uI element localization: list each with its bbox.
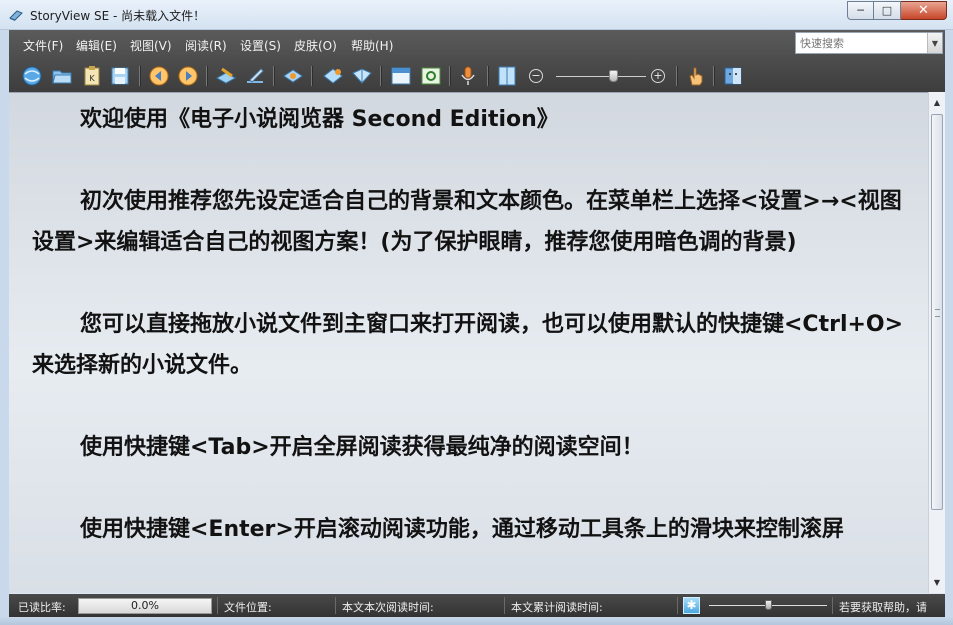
zoom-slider-track[interactable] bbox=[556, 76, 646, 77]
menu-file[interactable]: 文件(F) bbox=[23, 37, 63, 54]
read-ratio-progress: 0.0% bbox=[78, 598, 212, 614]
window-title: StoryView SE - 尚未载入文件！ bbox=[30, 9, 206, 23]
close-button[interactable]: ✕ bbox=[901, 1, 947, 20]
maximize-button[interactable]: □ bbox=[874, 1, 901, 20]
scroll-speed-thumb[interactable] bbox=[765, 600, 772, 610]
toolbar-separator bbox=[676, 66, 677, 86]
scroll-thumb[interactable] bbox=[931, 114, 943, 510]
scroll-grip-icon bbox=[935, 309, 940, 317]
file-position-label: 文件位置: bbox=[224, 601, 272, 614]
bookmark-clipboard-icon[interactable]: K bbox=[80, 64, 104, 88]
status-separator bbox=[335, 597, 336, 614]
menu-settings[interactable]: 设置(S) bbox=[240, 37, 281, 54]
session-time-label: 本文本次阅读时间: bbox=[342, 601, 434, 614]
scroll-up-arrow-icon[interactable]: ▲ bbox=[929, 94, 945, 111]
paragraph: 您可以直接拖放小说文件到主窗口来打开阅读，也可以使用默认的快捷键<Ctrl+O>… bbox=[32, 312, 904, 378]
menu-help[interactable]: 帮助(H) bbox=[351, 37, 393, 54]
picture-frame-icon[interactable] bbox=[419, 64, 443, 88]
menu-skin[interactable]: 皮肤(O) bbox=[294, 37, 337, 54]
svg-text:K: K bbox=[89, 74, 95, 83]
zoom-slider-thumb[interactable] bbox=[609, 70, 618, 82]
app-book-icon bbox=[9, 10, 23, 21]
title-bar[interactable]: StoryView SE - 尚未载入文件！ ─ □ ✕ bbox=[0, 0, 953, 30]
quick-search[interactable]: ▼ bbox=[795, 32, 943, 54]
status-bar: 已读比率: 0.0% 文件位置: 本文本次阅读时间: 本文累计阅读时间: ✱ 若… bbox=[9, 594, 945, 617]
microphone-icon[interactable] bbox=[456, 64, 480, 88]
search-dropdown-icon[interactable]: ▼ bbox=[927, 33, 942, 53]
status-separator bbox=[504, 597, 505, 614]
vertical-scrollbar[interactable]: ▲ ▼ bbox=[928, 92, 945, 593]
read-ratio-label: 已读比率: bbox=[18, 601, 66, 614]
toolbar-separator bbox=[273, 66, 274, 86]
window-frame-right bbox=[945, 30, 953, 617]
status-separator bbox=[677, 597, 678, 614]
paragraph: 使用快捷键<Tab>开启全屏阅读获得最纯净的阅读空间！ bbox=[80, 435, 644, 460]
menu-bar: 文件(F) 编辑(E) 视图(V) 阅读(R) 设置(S) 皮肤(O) 帮助(H… bbox=[9, 30, 945, 58]
toolbar-separator bbox=[311, 66, 312, 86]
zoom-out-icon[interactable]: − bbox=[529, 69, 543, 83]
eye-view-icon[interactable] bbox=[281, 64, 305, 88]
status-separator bbox=[832, 597, 833, 614]
scroll-down-arrow-icon[interactable]: ▼ bbox=[929, 574, 945, 591]
menu-view[interactable]: 视图(V) bbox=[130, 37, 172, 54]
search-input[interactable] bbox=[796, 33, 924, 53]
zoom-in-icon[interactable]: + bbox=[651, 69, 665, 83]
open-folder-icon[interactable] bbox=[50, 64, 74, 88]
toolbar-separator bbox=[713, 66, 714, 86]
finder-face-icon[interactable] bbox=[721, 64, 745, 88]
window-frame-left bbox=[0, 30, 9, 617]
window-frame-bottom bbox=[0, 617, 953, 625]
paragraph: 欢迎使用《电子小说阅览器 Second Edition》 bbox=[80, 107, 559, 132]
toolbar-separator bbox=[449, 66, 450, 86]
toolbar-separator bbox=[206, 66, 207, 86]
scroll-mode-icon[interactable]: ✱ bbox=[683, 597, 700, 614]
window-layout-icon[interactable] bbox=[389, 64, 413, 88]
save-disk-icon[interactable] bbox=[108, 64, 132, 88]
paragraph: 初次使用推荐您先设定适合自己的背景和文本颜色。在菜单栏上选择<设置>→<视图设置… bbox=[32, 189, 902, 255]
status-separator bbox=[217, 597, 218, 614]
help-hint-text: 若要获取帮助，请 bbox=[839, 601, 927, 614]
total-time-label: 本文累计阅读时间: bbox=[511, 601, 603, 614]
paragraph: 使用快捷键<Enter>开启滚动阅读功能，通过移动工具条上的滑块来控制滚屏 bbox=[80, 517, 844, 542]
window-controls: ─ □ ✕ bbox=[847, 1, 947, 21]
toolbar-separator bbox=[139, 66, 140, 86]
app-chrome: 文件(F) 编辑(E) 视图(V) 阅读(R) 设置(S) 皮肤(O) 帮助(H… bbox=[9, 30, 945, 92]
toolbar: K − + bbox=[9, 60, 945, 92]
hand-icon[interactable] bbox=[684, 64, 708, 88]
pen-icon[interactable] bbox=[243, 64, 267, 88]
home-globe-icon[interactable] bbox=[20, 64, 44, 88]
book-icon[interactable] bbox=[350, 64, 374, 88]
previous-arrow-icon[interactable] bbox=[147, 64, 171, 88]
toolbar-separator bbox=[380, 66, 381, 86]
minimize-button[interactable]: ─ bbox=[847, 1, 874, 20]
edit-book-icon[interactable] bbox=[214, 64, 238, 88]
menu-read[interactable]: 阅读(R) bbox=[185, 37, 227, 54]
document-text: 欢迎使用《电子小说阅览器 Second Edition》 初次使用推荐您先设定适… bbox=[32, 99, 912, 591]
reading-area[interactable]: 欢迎使用《电子小说阅览器 Second Edition》 初次使用推荐您先设定适… bbox=[9, 92, 928, 593]
menu-edit[interactable]: 编辑(E) bbox=[76, 37, 117, 54]
toolbar-separator bbox=[487, 66, 488, 86]
column-layout-icon[interactable] bbox=[495, 64, 519, 88]
next-arrow-icon[interactable] bbox=[176, 64, 200, 88]
diamond-icon[interactable] bbox=[321, 64, 345, 88]
